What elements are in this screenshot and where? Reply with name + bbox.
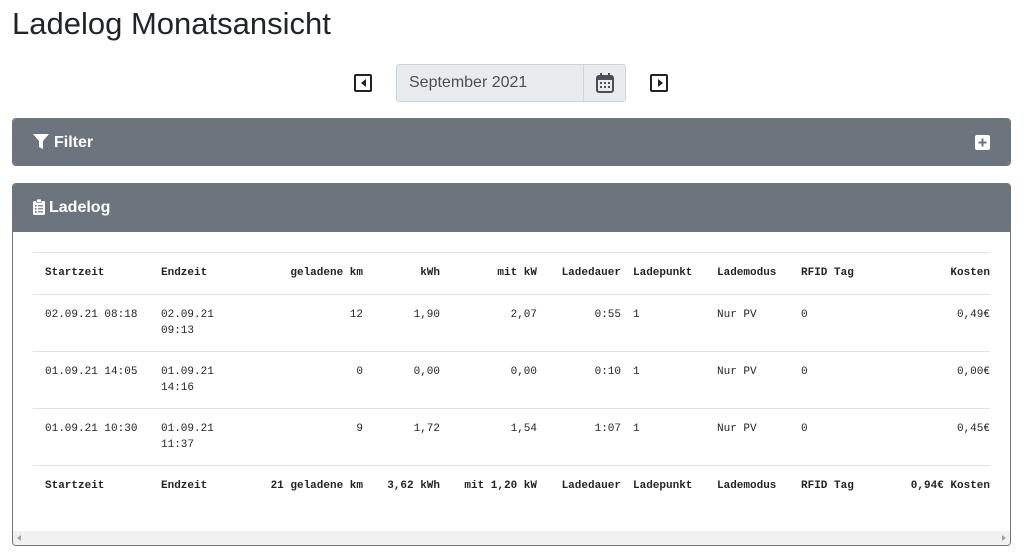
footer-startzeit: Startzeit	[33, 465, 149, 506]
cell-lademodus: Nur PV	[705, 408, 789, 466]
caret-square-left-icon	[361, 79, 366, 87]
cell-endzeit: 02.09.21 09:13	[149, 294, 253, 352]
table-footer-row: Startzeit Endzeit 21 geladene km 3,62 kW…	[33, 465, 990, 506]
ladelog-card-header: Ladelog	[13, 184, 1010, 232]
month-navigation: September 2021	[0, 64, 1024, 102]
next-month-button[interactable]	[650, 74, 668, 92]
cell-rfid-tag: 0	[789, 408, 867, 466]
month-picker[interactable]: September 2021	[396, 64, 626, 102]
calendar-button[interactable]	[583, 65, 625, 101]
cell-mit-kw: 2,07	[440, 294, 537, 352]
header-geladene-km: geladene km	[253, 252, 363, 295]
header-lademodus: Lademodus	[705, 252, 789, 295]
footer-rfid-tag: RFID Tag	[789, 465, 867, 506]
ladelog-card-title: Ladelog	[49, 199, 111, 216]
filter-card: Filter	[12, 118, 1011, 166]
filter-card-title: Filter	[54, 134, 94, 151]
calendar-icon	[596, 73, 614, 93]
footer-ladedauer: Ladedauer	[537, 465, 621, 506]
footer-kwh: 3,62 kWh	[363, 465, 440, 506]
cell-kwh: 1,90	[363, 294, 440, 352]
ladelog-body: Startzeit Endzeit geladene km kWh mit kW…	[13, 232, 1010, 545]
ladelog-card: Ladelog Startzeit Endzeit geladene km kW…	[12, 183, 1011, 546]
cell-kosten: 0,00€	[867, 351, 990, 409]
cell-kosten: 0,45€	[867, 408, 990, 466]
cell-geladene-km: 0	[253, 351, 363, 409]
footer-lademodus: Lademodus	[705, 465, 789, 506]
cell-mit-kw: 1,54	[440, 408, 537, 466]
table-row: 02.09.21 08:18 02.09.21 09:13 12 1,90 2,…	[33, 294, 990, 352]
footer-ladepunkt: Ladepunkt	[621, 465, 705, 506]
ladelog-table: Startzeit Endzeit geladene km kWh mit kW…	[33, 252, 990, 506]
cell-endzeit: 01.09.21 11:37	[149, 408, 253, 466]
clipboard-list-icon	[33, 199, 45, 215]
header-endzeit: Endzeit	[149, 252, 253, 295]
cell-kwh: 1,72	[363, 408, 440, 466]
header-ladedauer: Ladedauer	[537, 252, 621, 295]
footer-mit-kw: mit 1,20 kW	[440, 465, 537, 506]
cell-geladene-km: 12	[253, 294, 363, 352]
header-startzeit: Startzeit	[33, 252, 149, 295]
cell-geladene-km: 9	[253, 408, 363, 466]
cell-startzeit: 01.09.21 10:30	[33, 408, 149, 466]
header-kwh: kWh	[363, 252, 440, 295]
horizontal-scrollbar[interactable]	[13, 531, 1010, 545]
cell-ladepunkt: 1	[621, 408, 705, 466]
table-row: 01.09.21 10:30 01.09.21 11:37 9 1,72 1,5…	[33, 408, 990, 466]
scroll-right-arrow-icon[interactable]	[1002, 535, 1006, 541]
cell-kwh: 0,00	[363, 351, 440, 409]
plus-square-icon	[978, 138, 987, 147]
cell-lademodus: Nur PV	[705, 294, 789, 352]
cell-lademodus: Nur PV	[705, 351, 789, 409]
month-input[interactable]: September 2021	[397, 65, 583, 101]
footer-geladene-km: 21 geladene km	[253, 465, 363, 506]
cell-ladepunkt: 1	[621, 351, 705, 409]
scroll-left-arrow-icon[interactable]	[17, 535, 21, 541]
cell-rfid-tag: 0	[789, 294, 867, 352]
cell-ladedauer: 0:55	[537, 294, 621, 352]
cell-startzeit: 02.09.21 08:18	[33, 294, 149, 352]
cell-kosten: 0,49€	[867, 294, 990, 352]
header-kosten: Kosten	[867, 252, 990, 295]
table-header-row: Startzeit Endzeit geladene km kWh mit kW…	[33, 252, 990, 295]
page-title: Ladelog Monatsansicht	[12, 6, 331, 41]
footer-endzeit: Endzeit	[149, 465, 253, 506]
filter-expand-button[interactable]	[975, 135, 990, 150]
filter-card-header[interactable]: Filter	[13, 119, 1010, 165]
header-rfid-tag: RFID Tag	[789, 252, 867, 295]
prev-month-button[interactable]	[354, 74, 372, 92]
table-row: 01.09.21 14:05 01.09.21 14:16 0 0,00 0,0…	[33, 351, 990, 409]
cell-mit-kw: 0,00	[440, 351, 537, 409]
footer-kosten: 0,94€ Kosten	[867, 465, 990, 506]
cell-ladedauer: 0:10	[537, 351, 621, 409]
filter-icon	[33, 134, 49, 149]
caret-square-right-icon	[658, 79, 663, 87]
header-ladepunkt: Ladepunkt	[621, 252, 705, 295]
cell-startzeit: 01.09.21 14:05	[33, 351, 149, 409]
cell-ladedauer: 1:07	[537, 408, 621, 466]
cell-endzeit: 01.09.21 14:16	[149, 351, 253, 409]
header-mit-kw: mit kW	[440, 252, 537, 295]
cell-rfid-tag: 0	[789, 351, 867, 409]
cell-ladepunkt: 1	[621, 294, 705, 352]
